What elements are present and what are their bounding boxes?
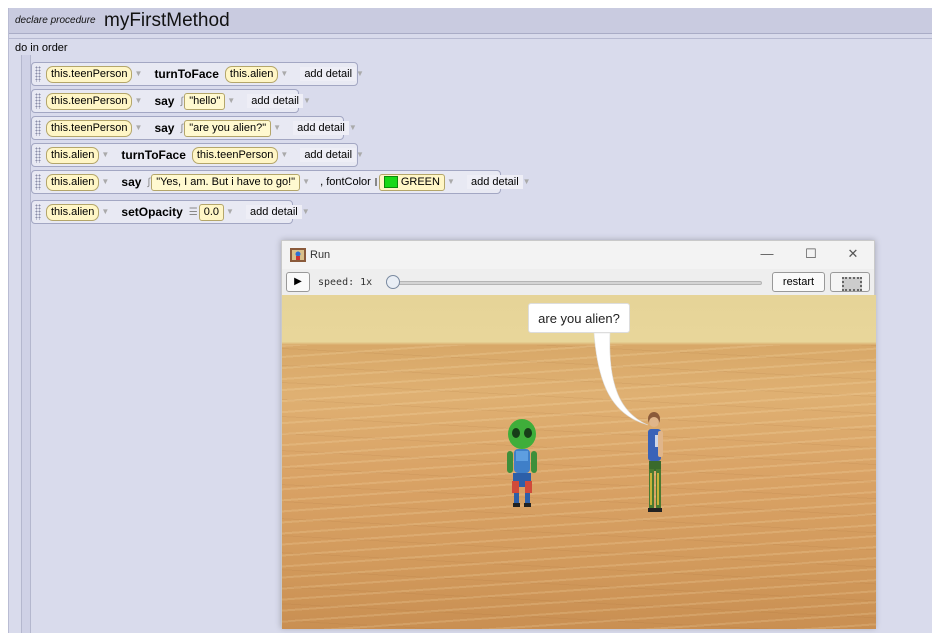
dropdown-arrow-icon[interactable]: ▼ xyxy=(302,206,310,218)
statement-row[interactable]: this.teenPerson ▼ say ∫ "are you alien?" ▼ … xyxy=(31,116,357,140)
procedure-header: declare procedure myFirstMethod xyxy=(9,8,932,34)
drag-handle[interactable] xyxy=(35,147,41,163)
subject-tile[interactable]: this.teenPerson xyxy=(46,65,133,83)
drag-handle[interactable] xyxy=(35,93,41,109)
play-icon: ▶ xyxy=(294,276,302,287)
drag-handle[interactable] xyxy=(35,66,41,82)
dropdown-arrow-icon[interactable]: ▼ xyxy=(227,95,235,107)
method-name: say xyxy=(154,94,175,108)
speed-slider[interactable] xyxy=(388,281,762,285)
text-string-icon: ∫ xyxy=(180,95,184,107)
dropdown-arrow-icon[interactable]: ▼ xyxy=(280,149,288,161)
run-window: Run — ☐ ✕ ▶ speed: 1x restart are you al… xyxy=(281,240,876,629)
speed-slider-knob[interactable] xyxy=(386,275,400,289)
dropdown-arrow-icon[interactable]: ▼ xyxy=(101,149,109,161)
argument-tile[interactable]: this.alien xyxy=(224,65,279,83)
statement-row[interactable]: this.alien ▼ turnToFace this.teenPerson ▼ … xyxy=(31,143,364,167)
window-title: Run xyxy=(310,249,331,261)
subject-tile[interactable]: this.alien xyxy=(46,173,100,191)
add-detail-button[interactable]: add detail xyxy=(293,121,349,135)
argument-tile[interactable]: 0.0 xyxy=(198,203,225,221)
dropdown-arrow-icon[interactable]: ▼ xyxy=(302,176,310,188)
method-name: say xyxy=(121,175,142,189)
add-detail-button[interactable]: add detail xyxy=(247,94,303,108)
add-detail-button[interactable]: add detail xyxy=(300,67,357,81)
procedure-keyword: declare procedure xyxy=(15,15,96,26)
fullscreen-icon[interactable] xyxy=(830,272,870,292)
drag-handle[interactable] xyxy=(35,204,41,220)
maximize-icon[interactable]: ☐ xyxy=(804,247,818,261)
number-icon: ☰ xyxy=(188,206,198,218)
statement-row[interactable]: this.alien ▼ say ∫ "Yes, I am. But i have … xyxy=(31,170,531,194)
do-in-order-label: do in order xyxy=(15,42,68,54)
method-name: setOpacity xyxy=(121,205,183,219)
subject-tile[interactable]: this.teenPerson xyxy=(46,92,133,110)
method-name: turnToFace xyxy=(121,148,186,162)
restart-button[interactable]: restart xyxy=(772,272,825,292)
dropdown-arrow-icon[interactable]: ▼ xyxy=(356,68,364,80)
statement-row[interactable]: this.teenPerson ▼ say ∫ "hello" ▼ add detai… xyxy=(31,89,311,113)
dropdown-arrow-icon[interactable]: ▼ xyxy=(303,95,311,107)
dropdown-arrow-icon[interactable]: ▼ xyxy=(101,176,109,188)
drag-handle[interactable] xyxy=(35,120,41,136)
dropdown-arrow-icon[interactable]: ▼ xyxy=(134,95,142,107)
argument-tile[interactable]: "Yes, I am. But i have to go!" xyxy=(151,173,301,191)
dropdown-arrow-icon[interactable]: ▼ xyxy=(134,68,142,80)
add-detail-button[interactable]: add detail xyxy=(300,148,357,162)
font-color-label: , fontColor xyxy=(320,176,371,188)
dropdown-arrow-icon[interactable]: ▼ xyxy=(226,206,234,218)
method-name: turnToFace xyxy=(154,67,219,81)
dropdown-arrow-icon[interactable]: ▼ xyxy=(447,176,455,188)
alice-app-icon xyxy=(290,248,306,262)
minimize-icon[interactable]: — xyxy=(760,247,774,261)
subject-tile[interactable]: this.teenPerson xyxy=(46,119,133,137)
run-window-titlebar[interactable]: Run — ☐ ✕ xyxy=(282,241,874,269)
method-name: say xyxy=(154,121,175,135)
speech-text: are you alien? xyxy=(538,311,620,326)
dropdown-arrow-icon[interactable]: ▼ xyxy=(273,122,281,134)
speech-bubble-tail xyxy=(593,332,649,426)
dropdown-arrow-icon[interactable]: ▼ xyxy=(134,122,142,134)
scene-view[interactable]: are you alien? xyxy=(282,295,876,629)
run-toolbar: ▶ speed: 1x restart xyxy=(282,269,874,295)
subject-tile[interactable]: this.alien xyxy=(46,146,100,164)
play-button[interactable]: ▶ xyxy=(286,272,310,292)
speech-bubble: are you alien? xyxy=(528,303,630,333)
text-string-icon: ∫ xyxy=(147,176,151,188)
dropdown-arrow-icon[interactable]: ▼ xyxy=(349,122,357,134)
close-icon[interactable]: ✕ xyxy=(846,247,860,261)
dropdown-arrow-icon[interactable]: ▼ xyxy=(523,176,531,188)
procedure-name[interactable]: myFirstMethod xyxy=(104,10,230,32)
dropdown-arrow-icon[interactable]: ▼ xyxy=(101,206,109,218)
speed-label: speed: 1x xyxy=(318,277,373,288)
dropdown-arrow-icon[interactable]: ▼ xyxy=(280,68,288,80)
add-detail-button[interactable]: add detail xyxy=(466,175,523,189)
color-value-tile[interactable]: GREEN xyxy=(378,173,445,191)
drag-handle[interactable] xyxy=(35,174,41,190)
teen-person-character xyxy=(648,412,663,512)
argument-tile[interactable]: this.teenPerson xyxy=(191,146,279,164)
color-value-label: GREEN xyxy=(400,175,440,188)
alien-character xyxy=(507,419,537,507)
subject-tile[interactable]: this.alien xyxy=(46,203,100,221)
add-detail-button[interactable]: add detail xyxy=(246,205,302,219)
text-string-icon: ∫ xyxy=(180,122,184,134)
statement-row[interactable]: this.alien ▼ setOpacity ☰ 0.0 ▼ add detail ▼ xyxy=(31,200,310,224)
statement-row[interactable]: this.teenPerson ▼ turnToFace this.alien ▼ … xyxy=(31,62,364,86)
argument-tile[interactable]: "are you alien?" xyxy=(184,119,272,137)
green-swatch-icon xyxy=(383,175,398,188)
dropdown-arrow-icon[interactable]: ▼ xyxy=(356,149,364,161)
do-in-order-rail[interactable] xyxy=(21,55,31,633)
color-type-icon xyxy=(374,178,377,186)
argument-tile[interactable]: "hello" xyxy=(184,92,226,110)
